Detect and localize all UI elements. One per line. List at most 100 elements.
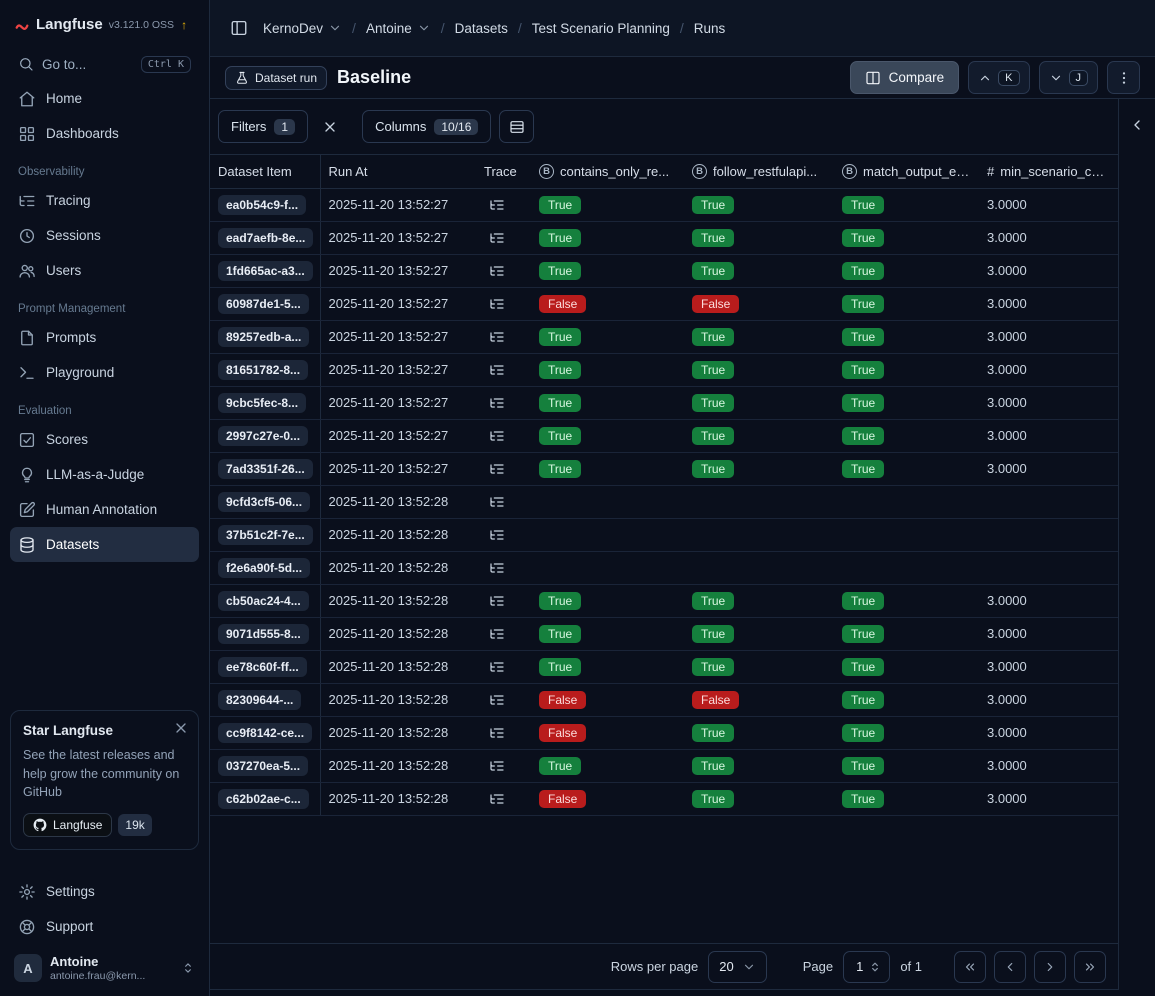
trace-link-button[interactable] xyxy=(484,225,510,251)
trace-link-button[interactable] xyxy=(484,786,510,812)
trace-link-button[interactable] xyxy=(484,390,510,416)
sidebar-item-home[interactable]: Home xyxy=(10,81,199,116)
dataset-item-id[interactable]: ead7aefb-8e... xyxy=(218,228,314,248)
dataset-item-id[interactable]: 37b51c2f-7e... xyxy=(218,525,313,545)
dataset-item-id[interactable]: ee78c60f-ff... xyxy=(218,657,307,677)
close-icon[interactable] xyxy=(173,720,189,736)
dataset-item-id[interactable]: 2997c27e-0... xyxy=(218,426,309,446)
prev-page-button[interactable] xyxy=(994,950,1026,983)
dataset-item-id[interactable]: 82309644-... xyxy=(218,690,302,710)
prev-run-button[interactable]: K xyxy=(968,61,1030,94)
dataset-item-id[interactable]: 9071d555-8... xyxy=(218,624,309,644)
sidebar-item-datasets[interactable]: Datasets xyxy=(10,527,199,562)
next-page-button[interactable] xyxy=(1034,950,1066,983)
table-row[interactable]: 89257edb-a... 2025-11-20 13:52:27 True True… xyxy=(210,320,1118,354)
dataset-item-id[interactable]: 81651782-8... xyxy=(218,360,309,380)
collapse-panel-button[interactable] xyxy=(1123,111,1151,139)
user-menu[interactable]: A Antoine antoine.frau@kern... xyxy=(10,944,199,984)
dataset-item-id[interactable]: ea0b54c9-f... xyxy=(218,195,307,215)
dataset-item-id[interactable]: cc9f8142-ce... xyxy=(218,723,313,743)
table-row[interactable]: c62b02ae-c... 2025-11-20 13:52:28 False Tru… xyxy=(210,782,1118,816)
sidebar-item-prompts[interactable]: Prompts xyxy=(10,320,199,355)
trace-link-button[interactable] xyxy=(484,456,510,482)
table-row[interactable]: 9cfd3cf5-06... 2025-11-20 13:52:28 xyxy=(210,485,1118,519)
dataset-item-id[interactable]: 89257edb-a... xyxy=(218,327,310,347)
sidebar-item-dashboards[interactable]: Dashboards xyxy=(10,116,199,151)
col-score-contains-only[interactable]: Bcontains_only_re... xyxy=(531,155,684,189)
table-row[interactable]: 82309644-... 2025-11-20 13:52:28 False Fals… xyxy=(210,683,1118,717)
trace-link-button[interactable] xyxy=(484,588,510,614)
dataset-item-id[interactable]: 9cbc5fec-8... xyxy=(218,393,307,413)
more-actions-button[interactable] xyxy=(1107,61,1140,94)
dataset-item-id[interactable]: 9cfd3cf5-06... xyxy=(218,492,311,512)
trace-link-button[interactable] xyxy=(484,192,510,218)
dataset-item-id[interactable]: cb50ac24-4... xyxy=(218,591,309,611)
dataset-item-id[interactable]: 7ad3351f-26... xyxy=(218,459,313,479)
star-count-badge[interactable]: 19k xyxy=(118,814,152,836)
dataset-item-id[interactable]: f2e6a90f-5d... xyxy=(218,558,311,578)
last-page-button[interactable] xyxy=(1074,950,1106,983)
upgrade-icon[interactable]: ↑ xyxy=(181,18,187,32)
col-trace[interactable]: Trace xyxy=(476,155,531,189)
trace-link-button[interactable] xyxy=(484,720,510,746)
table-row[interactable]: ead7aefb-8e... 2025-11-20 13:52:27 True Tru… xyxy=(210,221,1118,255)
table-row[interactable]: 81651782-8... 2025-11-20 13:52:27 True True… xyxy=(210,353,1118,387)
table-row[interactable]: 37b51c2f-7e... 2025-11-20 13:52:28 xyxy=(210,518,1118,552)
table-row[interactable]: f2e6a90f-5d... 2025-11-20 13:52:28 xyxy=(210,551,1118,585)
stepper-icon[interactable] xyxy=(868,960,882,974)
trace-link-button[interactable] xyxy=(484,489,510,515)
table-row[interactable]: 60987de1-5... 2025-11-20 13:52:27 False Fal… xyxy=(210,287,1118,321)
table-row[interactable]: cb50ac24-4... 2025-11-20 13:52:28 True True… xyxy=(210,584,1118,618)
breadcrumb-project[interactable]: Antoine xyxy=(366,21,431,36)
breadcrumb-org[interactable]: KernoDev xyxy=(263,21,342,36)
col-min-scenario-count[interactable]: # min_scenario_cou... xyxy=(979,155,1118,189)
clear-filters-button[interactable] xyxy=(316,113,344,141)
trace-link-button[interactable] xyxy=(484,555,510,581)
sidebar-item-users[interactable]: Users xyxy=(10,253,199,288)
sidebar-toggle-button[interactable] xyxy=(225,14,253,42)
table-row[interactable]: 7ad3351f-26... 2025-11-20 13:52:27 True Tru… xyxy=(210,452,1118,486)
trace-link-button[interactable] xyxy=(484,687,510,713)
trace-link-button[interactable] xyxy=(484,357,510,383)
sidebar-item-llm-as-a-judge[interactable]: LLM-as-a-Judge xyxy=(10,457,199,492)
breadcrumb-runs[interactable]: Runs xyxy=(694,21,726,36)
next-run-button[interactable]: J xyxy=(1038,61,1098,94)
dataset-item-id[interactable]: 60987de1-5... xyxy=(218,294,309,314)
table-row[interactable]: cc9f8142-ce... 2025-11-20 13:52:28 False Tr… xyxy=(210,716,1118,750)
trace-link-button[interactable] xyxy=(484,621,510,647)
table-row[interactable]: 9071d555-8... 2025-11-20 13:52:28 True True… xyxy=(210,617,1118,651)
breadcrumb-datasets[interactable]: Datasets xyxy=(455,21,508,36)
filters-button[interactable]: Filters 1 xyxy=(218,110,309,143)
sidebar-item-tracing[interactable]: Tracing xyxy=(10,183,199,218)
page-number-input[interactable]: 1 xyxy=(843,950,891,983)
table-row[interactable]: 1fd665ac-a3... 2025-11-20 13:52:27 True Tru… xyxy=(210,254,1118,288)
breadcrumb-dataset-name[interactable]: Test Scenario Planning xyxy=(532,21,670,36)
trace-link-button[interactable] xyxy=(484,291,510,317)
dataset-item-id[interactable]: 037270ea-5... xyxy=(218,756,309,776)
col-score-match-output[interactable]: Bmatch_output_ex... xyxy=(834,155,979,189)
first-page-button[interactable] xyxy=(954,950,986,983)
trace-link-button[interactable] xyxy=(484,753,510,779)
row-height-button[interactable] xyxy=(499,110,535,143)
dataset-item-id[interactable]: 1fd665ac-a3... xyxy=(218,261,313,281)
sidebar-item-support[interactable]: Support xyxy=(10,909,199,944)
trace-link-button[interactable] xyxy=(484,522,510,548)
col-score-follow-restful[interactable]: Bfollow_restfulapi... xyxy=(684,155,834,189)
sidebar-item-human-annotation[interactable]: Human Annotation xyxy=(10,492,199,527)
sidebar-item-settings[interactable]: Settings xyxy=(10,874,199,909)
table-row[interactable]: 9cbc5fec-8... 2025-11-20 13:52:27 True True… xyxy=(210,386,1118,420)
sidebar-item-sessions[interactable]: Sessions xyxy=(10,218,199,253)
trace-link-button[interactable] xyxy=(484,423,510,449)
trace-link-button[interactable] xyxy=(484,324,510,350)
compare-button[interactable]: Compare xyxy=(849,61,960,94)
trace-link-button[interactable] xyxy=(484,654,510,680)
table-row[interactable]: 037270ea-5... 2025-11-20 13:52:28 True True… xyxy=(210,749,1118,783)
columns-button[interactable]: Columns 10/16 xyxy=(362,110,492,143)
table-row[interactable]: ea0b54c9-f... 2025-11-20 13:52:27 True True… xyxy=(210,188,1118,222)
page-size-select[interactable]: 20 xyxy=(708,950,767,983)
table-row[interactable]: ee78c60f-ff... 2025-11-20 13:52:28 True Tru… xyxy=(210,650,1118,684)
table-row[interactable]: 2997c27e-0... 2025-11-20 13:52:27 True True… xyxy=(210,419,1118,453)
trace-link-button[interactable] xyxy=(484,258,510,284)
dataset-item-id[interactable]: c62b02ae-c... xyxy=(218,789,309,809)
sidebar-item-playground[interactable]: Playground xyxy=(10,355,199,390)
